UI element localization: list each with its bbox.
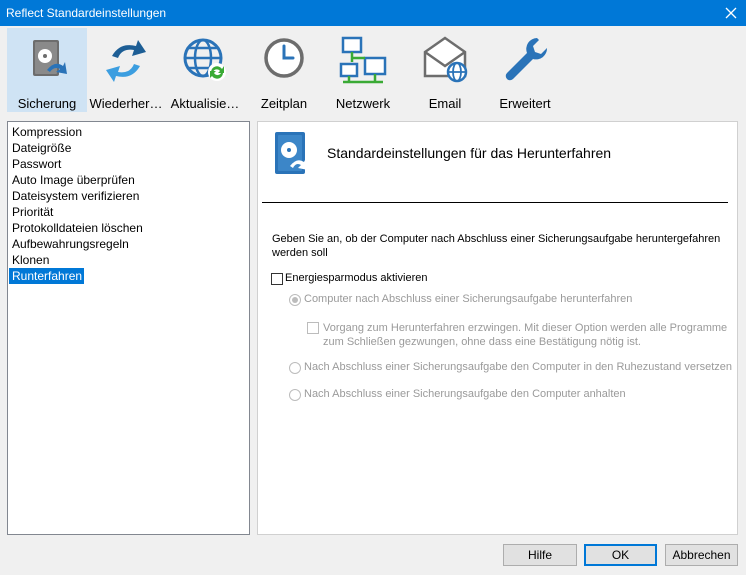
list-item[interactable]: Passwort <box>9 156 249 172</box>
close-icon <box>725 7 737 19</box>
settings-category-list[interactable]: Kompression Dateigröße Passwort Auto Ima… <box>7 121 250 535</box>
tab-zeitplan[interactable]: Zeitplan <box>244 28 324 112</box>
list-item[interactable]: Kompression <box>9 124 249 140</box>
network-icon <box>339 36 387 84</box>
tab-label: Netzwerk <box>335 96 391 111</box>
list-item[interactable]: Dateisystem verifizieren <box>9 188 249 204</box>
toolbar: Sicherung Wiederher… Aktualisie… Zeitpla… <box>0 26 746 114</box>
backup-drive-icon <box>275 132 308 174</box>
tab-netzwerk[interactable]: Netzwerk <box>323 28 403 112</box>
shutdown-label: Computer nach Abschluss einer Sicherungs… <box>304 293 633 305</box>
hibernate-radio[interactable] <box>289 362 301 374</box>
list-item-selected[interactable]: Runterfahren <box>9 268 85 284</box>
list-item[interactable]: Protokolldateien löschen <box>9 220 249 236</box>
email-icon <box>423 36 468 83</box>
tab-email[interactable]: Email <box>405 28 485 112</box>
force-shutdown-label: Vorgang zum Herunterfahren erzwingen. Mi… <box>323 322 728 348</box>
list-item[interactable]: Klonen <box>9 252 249 268</box>
ok-button[interactable]: OK <box>584 544 657 566</box>
restore-arrows-icon <box>106 40 146 82</box>
divider <box>262 202 728 203</box>
cancel-button[interactable]: Abbrechen <box>665 544 738 566</box>
energy-saving-checkbox[interactable] <box>271 273 283 285</box>
list-item[interactable]: Auto Image überprüfen <box>9 172 249 188</box>
help-button[interactable]: Hilfe <box>503 544 577 566</box>
tab-label: Sicherung <box>17 96 77 111</box>
clock-icon <box>264 38 304 78</box>
hibernate-label: Nach Abschluss einer Sicherungsaufgabe d… <box>304 361 733 373</box>
tab-aktualisieren[interactable]: Aktualisie… <box>165 28 245 112</box>
tab-label: Email <box>428 96 462 111</box>
list-item[interactable]: Aufbewahrungsregeln <box>9 236 249 252</box>
halt-label: Nach Abschluss einer Sicherungsaufgabe d… <box>304 388 626 400</box>
panel-title: Standardeinstellungen für das Herunterfa… <box>327 145 612 161</box>
backup-drive-icon <box>33 40 67 76</box>
tab-label: Wiederher… <box>89 96 163 111</box>
list-item[interactable]: Priorität <box>9 204 249 220</box>
tab-label: Zeitplan <box>260 96 308 111</box>
shutdown-radio[interactable] <box>289 294 301 306</box>
title-bar: Reflect Standardeinstellungen <box>0 0 746 26</box>
update-globe-icon <box>183 38 226 81</box>
close-button[interactable] <box>716 0 746 26</box>
energy-saving-label: Energiesparmodus aktivieren <box>285 272 428 284</box>
tab-sicherung[interactable]: Sicherung <box>7 28 87 112</box>
tab-wiederherstellen[interactable]: Wiederher… <box>86 28 166 112</box>
tab-label: Aktualisie… <box>170 96 240 111</box>
settings-panel: Standardeinstellungen für das Herunterfa… <box>257 121 738 535</box>
tab-erweitert[interactable]: Erweitert <box>485 28 565 112</box>
list-item[interactable]: Dateigröße <box>9 140 249 156</box>
force-shutdown-checkbox[interactable] <box>307 322 319 334</box>
tab-label: Erweitert <box>499 96 551 111</box>
wrench-icon <box>505 38 548 81</box>
panel-description: Geben Sie an, ob der Computer nach Absch… <box>272 233 721 259</box>
window-title: Reflect Standardeinstellungen <box>6 6 167 20</box>
halt-radio[interactable] <box>289 389 301 401</box>
